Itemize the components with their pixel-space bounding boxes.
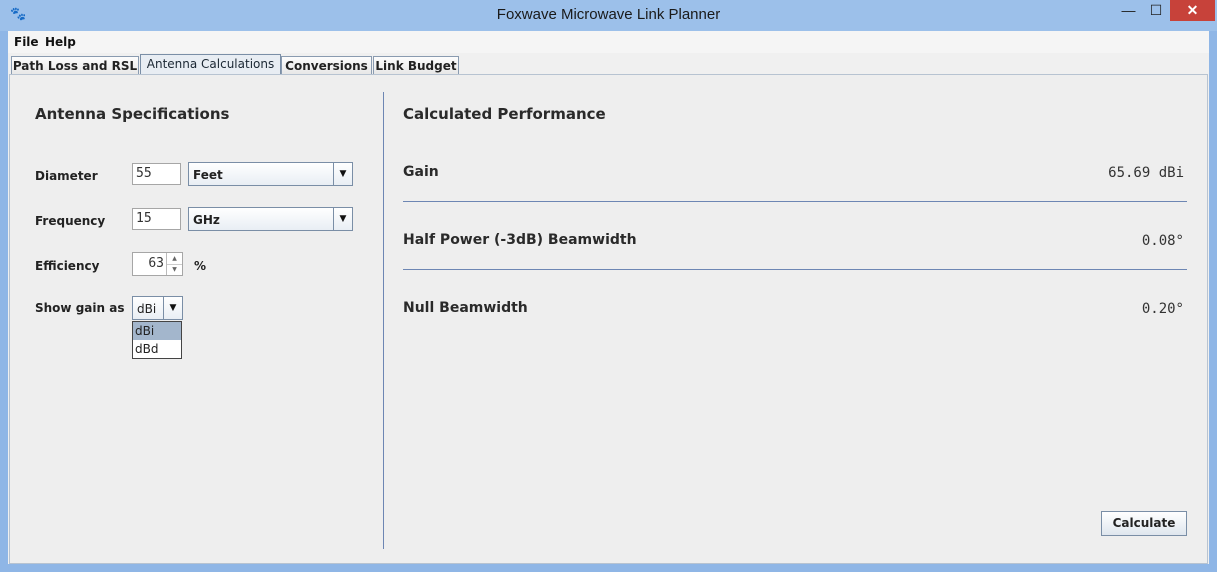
half-power-label: Half Power (-3dB) Beamwidth [403,232,637,248]
maximize-button[interactable]: ☐ [1143,0,1169,21]
close-button[interactable]: ✕ [1170,0,1215,21]
gain-unit-value: dBi [137,302,157,316]
efficiency-value[interactable]: 63 [148,256,164,271]
tab-conversions[interactable]: Conversions [281,56,372,75]
title-bar[interactable]: 🐾 Foxwave Microwave Link Planner — ☐ ✕ [0,0,1217,31]
half-power-value: 0.08° [1141,233,1184,249]
gain-option-dbi[interactable]: dBi [133,322,181,340]
minimize-button[interactable]: — [1115,0,1142,21]
efficiency-spinner[interactable]: 63 ▲ ▼ [132,252,183,276]
gain-unit-select[interactable]: dBi ▼ [132,296,183,320]
tab-bar: Path Loss and RSL Antenna Calculations C… [8,54,1209,76]
frequency-label: Frequency [35,214,106,228]
diameter-label: Diameter [35,169,98,183]
window-title: Foxwave Microwave Link Planner [496,6,721,23]
gain-option-dbd[interactable]: dBd [133,340,181,358]
tab-path-loss[interactable]: Path Loss and RSL [11,56,139,75]
tab-antenna-calculations[interactable]: Antenna Calculations [140,54,281,76]
efficiency-unit: % [194,259,207,273]
separator [403,269,1187,270]
null-beamwidth-label: Null Beamwidth [403,300,528,316]
performance-title: Calculated Performance [403,105,606,123]
decrement-icon[interactable]: ▼ [167,264,182,275]
separator [403,201,1187,202]
menu-help[interactable]: Help [45,35,76,49]
diameter-input[interactable]: 55 [132,163,181,185]
calculate-button[interactable]: Calculate [1101,511,1187,536]
spinner-buttons: ▲ ▼ [166,253,182,275]
efficiency-label: Efficiency [35,259,100,273]
diameter-unit-select[interactable]: Feet ▼ [188,162,353,186]
chevron-down-icon[interactable]: ▼ [333,208,352,230]
app-window: 🐾 Foxwave Microwave Link Planner — ☐ ✕ F… [0,0,1217,572]
chevron-down-icon[interactable]: ▼ [163,297,182,319]
tab-link-budget[interactable]: Link Budget [373,56,459,75]
menu-file[interactable]: File [14,35,39,49]
frequency-unit-select[interactable]: GHz ▼ [188,207,353,231]
gain-label: Gain [403,164,439,180]
gain-value: 65.69 dBi [1108,165,1184,181]
panel-divider [383,92,384,549]
gain-as-label: Show gain as [35,301,125,315]
chevron-down-icon[interactable]: ▼ [333,163,352,185]
specs-title: Antenna Specifications [35,105,230,123]
diameter-unit-value: Feet [193,168,223,182]
null-beamwidth-value: 0.20° [1141,301,1184,317]
gain-unit-dropdown: dBi dBd [132,321,182,359]
frequency-input[interactable]: 15 [132,208,181,230]
frequency-unit-value: GHz [193,213,220,227]
client-area: File Help Path Loss and RSL Antenna Calc… [8,31,1209,564]
menu-bar: File Help [8,31,1209,53]
antenna-panel: Antenna Specifications Diameter 55 Feet … [9,74,1208,564]
